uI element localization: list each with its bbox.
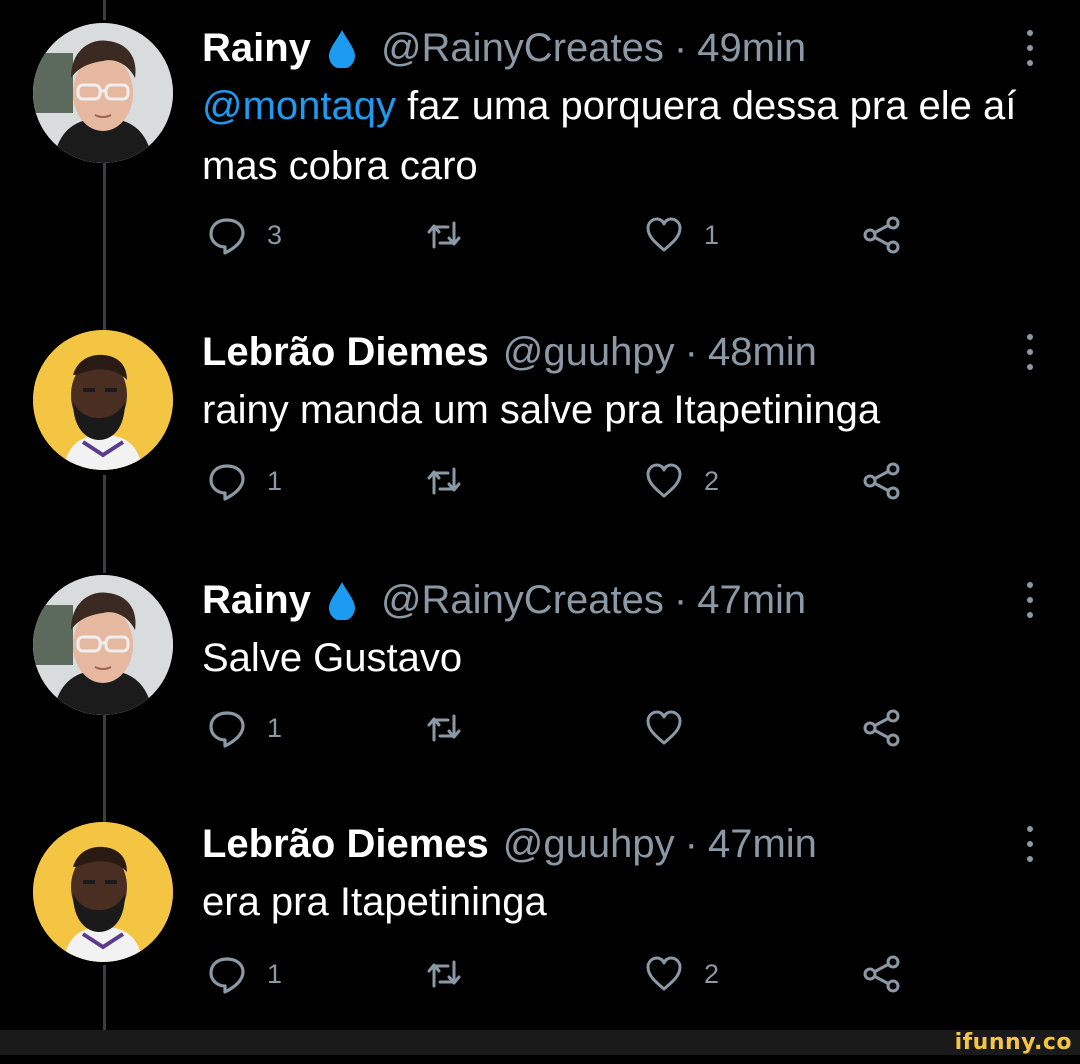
watermark-bar: ifunny.co	[0, 1030, 1080, 1055]
separator: ·	[673, 578, 688, 622]
reply-button[interactable]: 1	[207, 708, 282, 748]
share-icon	[863, 462, 900, 500]
separator: ·	[684, 330, 698, 374]
like-icon	[646, 956, 682, 991]
tweet-actions: 3 1	[0, 215, 1080, 275]
retweet-icon	[427, 467, 461, 495]
retweet-icon	[427, 714, 461, 742]
like-count: 1	[704, 219, 720, 250]
display-name[interactable]: Rainy	[202, 570, 311, 630]
more-icon[interactable]	[1022, 826, 1038, 862]
tweet-actions: 1	[0, 708, 1080, 768]
tweet-actions: 1 2	[0, 954, 1080, 1014]
tweet[interactable]: Rainy @RainyCreates · 47min Salve Gustav…	[0, 570, 1080, 820]
tweet[interactable]: Lebrão Diemes @guuhpy · 47min era pra It…	[0, 814, 1080, 1064]
like-count: 2	[704, 465, 720, 496]
more-icon[interactable]	[1022, 582, 1038, 618]
reply-count: 1	[267, 958, 283, 989]
avatar[interactable]	[33, 575, 173, 715]
tweet-text: Salve Gustavo	[202, 636, 463, 680]
handle[interactable]: @guuhpy	[503, 322, 675, 382]
reply-count: 1	[267, 712, 283, 743]
reply-button[interactable]: 3	[207, 215, 282, 255]
reply-count: 1	[267, 465, 283, 496]
like-button[interactable]: 2	[644, 954, 719, 994]
reply-icon	[209, 957, 245, 994]
reply-button[interactable]: 1	[207, 461, 282, 501]
like-icon	[646, 463, 682, 498]
tweet-header: Lebrão Diemes @guuhpy · 48min	[202, 322, 817, 382]
more-icon[interactable]	[1022, 334, 1038, 370]
retweet-button[interactable]	[424, 954, 484, 994]
share-button[interactable]	[862, 215, 902, 255]
like-count: 2	[704, 958, 720, 989]
retweet-icon	[427, 221, 461, 249]
like-button[interactable]	[644, 708, 704, 748]
thread-line	[103, 0, 106, 20]
display-name[interactable]: Lebrão Diemes	[202, 814, 489, 874]
more-icon[interactable]	[1022, 30, 1038, 66]
reply-icon	[209, 218, 245, 255]
like-icon	[646, 217, 682, 252]
tweet-header: Lebrão Diemes @guuhpy · 47min	[202, 814, 817, 874]
share-button[interactable]	[862, 954, 902, 994]
retweet-button[interactable]	[424, 461, 484, 501]
handle[interactable]: @RainyCreates	[381, 570, 664, 630]
reply-icon	[209, 711, 245, 748]
tweet-text: rainy manda um salve pra Itapetininga	[202, 388, 881, 432]
avatar[interactable]	[33, 23, 173, 163]
display-name[interactable]: Lebrão Diemes	[202, 322, 489, 382]
ifunny-watermark: ifunny.co	[954, 1030, 1072, 1055]
share-icon	[863, 216, 900, 254]
mention-link[interactable]: @montaqy	[202, 84, 396, 128]
avatar[interactable]	[33, 822, 173, 962]
timestamp[interactable]: 48min	[708, 322, 817, 382]
retweet-button[interactable]	[424, 708, 484, 748]
like-icon	[646, 710, 682, 745]
like-button[interactable]: 1	[644, 215, 719, 255]
share-button[interactable]	[862, 708, 902, 748]
tweet-header: Rainy @RainyCreates · 47min	[202, 570, 806, 630]
reply-count: 3	[267, 219, 283, 250]
share-button[interactable]	[862, 461, 902, 501]
tweet-text: @montaqy faz uma porquera dessa pra ele …	[202, 76, 1022, 196]
handle[interactable]: @RainyCreates	[381, 18, 664, 78]
separator: ·	[673, 26, 688, 70]
display-name[interactable]: Rainy	[202, 18, 311, 78]
retweet-icon	[427, 960, 461, 988]
timestamp[interactable]: 47min	[697, 570, 806, 630]
reply-icon	[209, 464, 245, 501]
tweet[interactable]: Lebrão Diemes @guuhpy · 48min rainy mand…	[0, 322, 1080, 572]
avatar[interactable]	[33, 330, 173, 470]
share-icon	[863, 955, 900, 993]
timestamp[interactable]: 49min	[697, 18, 806, 78]
handle[interactable]: @guuhpy	[503, 814, 675, 874]
retweet-button[interactable]	[424, 215, 484, 255]
tweet-text: era pra Itapetininga	[202, 880, 547, 924]
water-drop-icon	[327, 28, 357, 68]
water-drop-icon	[327, 580, 357, 620]
tweet-header: Rainy @RainyCreates · 49min	[202, 18, 806, 78]
share-icon	[863, 709, 900, 747]
tweet-actions: 1 2	[0, 461, 1080, 521]
like-button[interactable]: 2	[644, 461, 719, 501]
timestamp[interactable]: 47min	[708, 814, 817, 874]
reply-button[interactable]: 1	[207, 954, 282, 994]
separator: ·	[684, 822, 698, 866]
